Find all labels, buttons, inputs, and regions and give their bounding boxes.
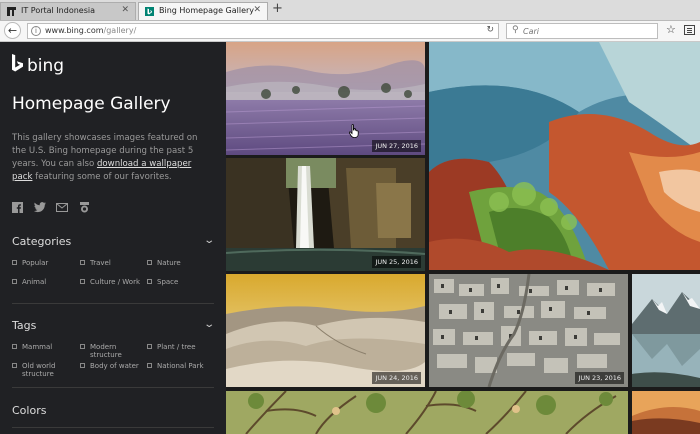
checkbox-box[interactable] [12,279,17,284]
checkbox-label-line: structure [90,351,122,359]
checkbox-label: Old world structure [22,362,55,378]
section-divider [12,303,214,304]
bing-wordmark: bing [27,56,65,76]
categories-heading[interactable]: Categories [12,235,71,248]
address-bar[interactable]: i www.bing.com/gallery/ ↻ [27,23,499,39]
checkbox-box[interactable] [147,344,152,349]
bookmark-star-icon[interactable]: ☆ [666,23,676,36]
gallery-tile-rainbow-mountains[interactable] [429,42,700,270]
bing-b-icon [12,54,23,74]
checkbox-label: Culture / Work [90,278,141,286]
checkbox-label: Nature [157,259,181,267]
search-icon: ⚲ [512,25,519,35]
gallery-tile-waterfall[interactable]: JUN 25, 2016 [226,158,425,271]
url-domain: www.bing.com [45,26,104,35]
checkbox-box[interactable] [147,260,152,265]
reload-icon[interactable]: ↻ [486,25,494,35]
section-divider [12,427,214,428]
checkbox-label: Popular [22,259,49,267]
rainbow-mountains-image [429,42,700,270]
rewards-icon[interactable] [79,202,90,213]
browser-nav-bar: ← i www.bing.com/gallery/ ↻ ⚲ ☆ [0,21,700,42]
checkbox-label: Space [157,278,179,286]
tab-title: IT Portal Indonesia [21,6,96,15]
gallery-tile-sunset[interactable] [632,391,700,434]
tab-title: Bing Homepage Gallery [159,6,255,15]
chevron-down-icon[interactable]: ⌄ [203,319,215,330]
tab-it-portal[interactable]: IT Portal Indonesia ✕ [0,2,136,20]
info-icon[interactable]: i [31,26,41,36]
checkbox-box[interactable] [80,344,85,349]
checkbox-label-line: Body of water [90,362,139,370]
gallery-tile-mountain-lake[interactable] [632,274,700,387]
checkbox-box[interactable] [12,363,17,368]
sunset-image [632,391,700,434]
checkbox-label: Mammal [22,343,52,351]
mountain-lake-image [632,274,700,387]
tags-heading[interactable]: Tags [12,319,36,332]
checkbox-box[interactable] [12,344,17,349]
close-tab-icon[interactable]: ✕ [121,5,129,15]
browser-search-box[interactable]: ⚲ [506,23,658,39]
url-text: www.bing.com/gallery/ [45,26,136,35]
lavender-field-image [226,42,425,155]
checkbox-box[interactable] [147,279,152,284]
old-city-image [429,274,628,387]
checkbox-label-line: Mammal [22,343,53,351]
checkbox-label-line: Old world [22,362,56,370]
waterfall-image [226,158,425,271]
arrow-left-icon: ← [7,24,18,37]
back-button[interactable]: ← [4,22,21,39]
checkbox-box[interactable] [80,363,85,368]
section-divider [12,387,214,388]
description-text-end: featuring some of our favorites. [32,172,172,182]
tile-date: JUN 23, 2016 [575,372,624,384]
bing-logo[interactable]: bing [12,54,64,76]
checkbox-label-line: National Park [157,362,204,370]
checkbox-label-line: structure [22,370,54,378]
tile-date: JUN 25, 2016 [372,256,421,268]
colors-heading[interactable]: Colors [12,404,46,417]
checkbox-box[interactable] [80,279,85,284]
desert-dunes-image [226,274,425,387]
page-title: Homepage Gallery [12,94,171,114]
gallery-tile-old-city[interactable]: JUN 23, 2016 [429,274,628,387]
gallery-description: This gallery showcases images featured o… [12,132,212,184]
checkbox-label: Body of water [90,362,139,370]
browser-tab-bar: IT Portal Indonesia ✕ Bing Homepage Gall… [0,0,700,21]
checkbox-label: Travel [90,259,111,267]
checkbox-label-line: Modern [90,343,117,351]
checkbox-label-line: Plant / tree [157,343,196,351]
gallery-tile-lavender[interactable]: JUN 27, 2016 [226,42,425,155]
new-tab-button[interactable]: + [272,2,283,16]
gallery-tile-desert[interactable]: JUN 24, 2016 [226,274,425,387]
bing-favicon-icon [145,7,154,16]
facebook-icon[interactable] [12,202,23,213]
tab-bing-gallery[interactable]: Bing Homepage Gallery ✕ [138,2,268,20]
tile-date: JUN 27, 2016 [372,140,421,152]
email-icon[interactable] [56,202,68,213]
url-path: /gallery/ [103,26,137,35]
checkbox-label: Animal [22,278,47,286]
gallery-tile-forest[interactable] [226,391,628,434]
checkbox-box[interactable] [12,260,17,265]
tile-date: JUN 24, 2016 [372,372,421,384]
reading-list-icon[interactable] [684,25,695,35]
checkbox-label: National Park [157,362,204,370]
hand-cursor-icon [349,124,359,138]
checkbox-label: Modern structure [90,343,122,359]
checkbox-label: Plant / tree [157,343,196,351]
checkbox-box[interactable] [80,260,85,265]
gallery-sidebar: bing Homepage Gallery This gallery showc… [0,42,226,434]
checkbox-box[interactable] [147,363,152,368]
it-portal-favicon-icon [7,7,16,16]
twitter-icon[interactable] [34,202,46,213]
close-tab-icon[interactable]: ✕ [253,5,261,15]
browser-search-input[interactable] [523,25,653,37]
chevron-down-icon[interactable]: ⌄ [203,235,215,246]
forest-image [226,391,628,434]
